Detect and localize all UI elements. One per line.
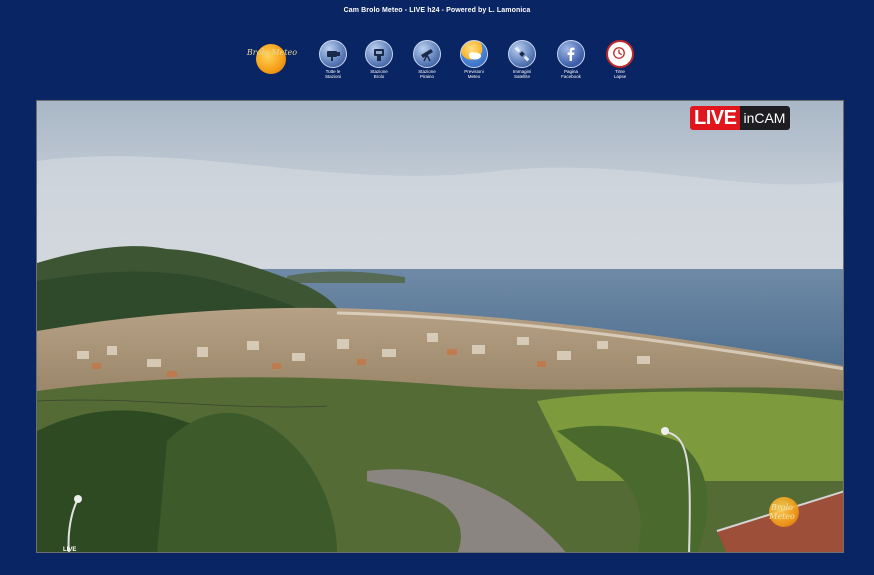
corner-live-mark: LIVE: [63, 547, 77, 553]
nav-station-brolo[interactable]: Stazione Brolo: [362, 40, 396, 79]
nav-label: Previsioni Meteo: [464, 69, 484, 79]
nav-station-piraino[interactable]: Stazione Piraino: [410, 40, 444, 79]
logo-text: Brolo Meteo: [246, 48, 298, 57]
nav-forecast[interactable]: Previsioni Meteo: [457, 40, 491, 79]
telescope-icon: [413, 40, 441, 68]
weather-station-icon: [365, 40, 393, 68]
nav-time-lapse[interactable]: Time Lapse: [603, 40, 637, 79]
nav-label: Immagini Satellite: [512, 69, 532, 79]
nav-facebook[interactable]: Pagina Facebook: [554, 40, 588, 79]
sun-cloud-icon: [460, 40, 488, 68]
incam-badge-text: inCAM: [740, 106, 791, 130]
webcam-view[interactable]: LIVE inCAM Brolo Meteo LIVE: [36, 100, 844, 553]
camera-icon: [319, 40, 347, 68]
live-badge-text: LIVE: [690, 106, 741, 130]
facebook-icon: [557, 40, 585, 68]
nav-satellite[interactable]: Immagini Satellite: [505, 40, 539, 79]
nav-label: Tutte le Stazioni: [324, 69, 341, 79]
nav-all-stations[interactable]: Tutte le Stazioni: [316, 40, 350, 79]
watermark-text: Brolo Meteo: [769, 503, 795, 521]
satellite-icon: [508, 40, 536, 68]
webcam-image: [37, 101, 843, 552]
live-incam-badge: LIVE inCAM: [690, 106, 791, 130]
nav-label: Pagina Facebook: [561, 69, 581, 79]
nav-label: Stazione Piraino: [418, 69, 436, 79]
brolo-meteo-logo[interactable]: Brolo Meteo: [243, 40, 301, 74]
webcam-watermark: Brolo Meteo: [757, 491, 807, 531]
page-title: Cam Brolo Meteo - LIVE h24 - Powered by …: [343, 7, 531, 14]
nav-label: Time Lapse: [613, 69, 627, 79]
clock-icon: [606, 40, 634, 68]
nav-label: Stazione Brolo: [370, 69, 388, 79]
